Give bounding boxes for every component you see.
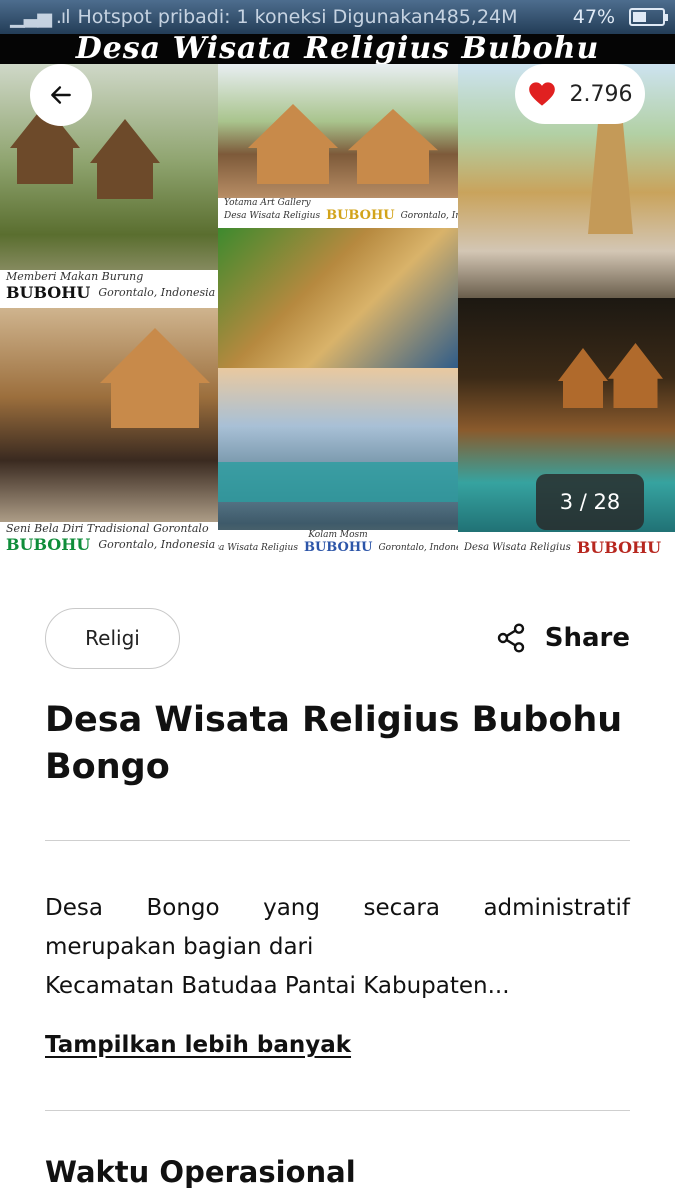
- gallery-banner-text: Desa Wisata Religius Bubohu: [0, 34, 675, 64]
- photo-counter: 3 / 28: [536, 474, 644, 530]
- arrow-left-icon: [51, 86, 71, 104]
- brand-label: BUBOHU: [6, 535, 91, 554]
- description-text: Desa Bongo yang secara administratif mer…: [45, 889, 630, 1006]
- like-count: 2.796: [569, 81, 633, 107]
- photo-caption: Yotama Art Gallery: [224, 198, 311, 208]
- photo-caption: Kolam Mosm: [308, 530, 368, 540]
- category-share-row: Religi Share: [45, 607, 630, 669]
- divider: [45, 840, 630, 841]
- share-icon: [497, 623, 524, 653]
- brand-label: BUBOHU: [303, 540, 373, 555]
- hotspot-status-text: Hotspot pribadi: 1 koneksi Digunakan485,…: [77, 6, 518, 28]
- share-label: Share: [544, 623, 630, 653]
- battery-percent: 47%: [572, 6, 615, 28]
- photo-gallery[interactable]: Desa Wisata Religius Bubohu Memberi Maka…: [0, 34, 675, 562]
- status-bar: ▁▃▅ .ıl Hotspot pribadi: 1 koneksi Digun…: [0, 0, 675, 34]
- signal-icon: ▁▃▅ .ıl: [10, 6, 70, 28]
- back-button[interactable]: [30, 64, 92, 126]
- share-button[interactable]: Share: [495, 622, 630, 654]
- gallery-photo-martial-arts: Seni Bela Diri Tradisional Gorontalo BUB…: [0, 308, 218, 562]
- photo-caption: Seni Bela Diri Tradisional Gorontalo: [6, 522, 209, 535]
- gallery-photo-ceremony: [218, 228, 458, 368]
- heart-icon: [528, 82, 555, 106]
- location-label: Gorontalo, Indonesia: [98, 286, 216, 299]
- like-button[interactable]: 2.796: [515, 64, 645, 124]
- description-line: merupakan bagian dari: [45, 934, 314, 960]
- category-chip[interactable]: Religi: [45, 607, 180, 669]
- brand-label: BUBOHU: [576, 537, 662, 557]
- divider: [45, 1110, 630, 1111]
- brand-label: BUBOHU: [326, 208, 395, 223]
- section-title-operating-hours: Waktu Operasional: [45, 1155, 356, 1189]
- description-line: Desa Bongo yang secara administratif: [45, 895, 630, 921]
- page-title: Desa Wisata Religius Bubohu Bongo: [45, 700, 623, 787]
- brand-label: BUBOHU: [6, 283, 91, 302]
- gallery-photo-art-gallery: Yotama Art Gallery Desa Wisata Religius …: [218, 64, 458, 228]
- gallery-photo-pool: Kolam Mosm Desa Wisata Religius BUBOHU G…: [218, 368, 458, 562]
- photo-caption: Memberi Makan Burung: [6, 270, 144, 283]
- description-line: Kecamatan Batudaa Pantai Kabupaten...: [45, 973, 510, 999]
- show-more-link[interactable]: Tampilkan lebih banyak: [45, 1032, 351, 1058]
- battery-icon: [629, 8, 668, 26]
